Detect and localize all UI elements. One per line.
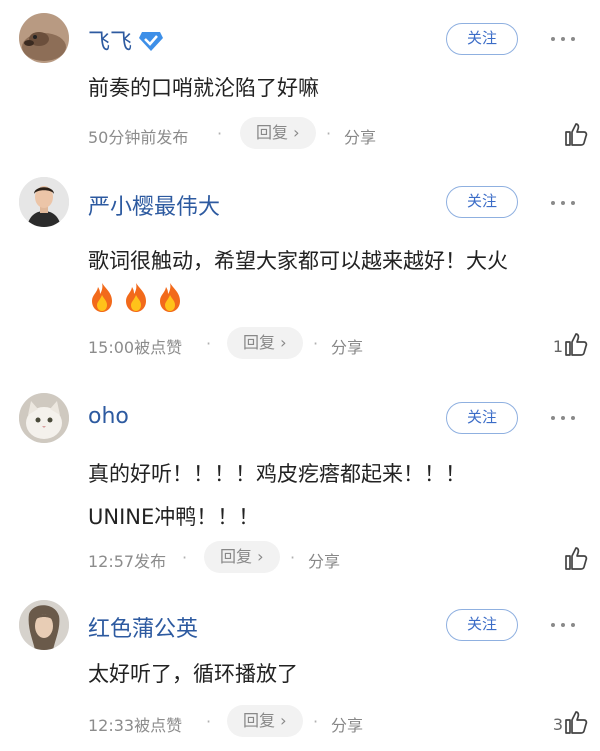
separator: · xyxy=(217,124,223,143)
comment-meta: 12:57发布 · 回复 › · 分享 xyxy=(88,541,588,575)
reply-button[interactable]: 回复 › xyxy=(227,705,303,737)
share-button[interactable]: 分享 xyxy=(331,334,363,358)
username[interactable]: 飞飞 xyxy=(88,24,164,58)
more-icon[interactable] xyxy=(548,620,578,630)
timestamp: 15:00被点赞 xyxy=(88,338,183,357)
follow-button[interactable]: 关注 xyxy=(446,609,518,641)
share-button[interactable]: 分享 xyxy=(344,124,376,148)
comment-meta: 50分钟前发布 · 回复 › · 分享 xyxy=(88,117,588,151)
reply-button[interactable]: 回复 › xyxy=(204,541,280,573)
chevron-right-icon: › xyxy=(280,711,287,730)
chevron-right-icon: › xyxy=(280,333,287,352)
like-button[interactable] xyxy=(563,543,588,571)
share-button[interactable]: 分享 xyxy=(308,548,340,572)
comment-meta: 12:33被点赞 · 回复 › · 分享 3 xyxy=(88,705,588,739)
reply-button[interactable]: 回复 › xyxy=(240,117,316,149)
comment-2: 严小樱最伟大 关注 歌词很触动，希望大家都可以越来越好！大火 15:00被点赞 … xyxy=(0,165,600,377)
separator: · xyxy=(326,124,332,143)
avatar[interactable] xyxy=(19,177,69,227)
avatar[interactable] xyxy=(19,13,69,63)
follow-button[interactable]: 关注 xyxy=(446,186,518,218)
username[interactable]: 红色蒲公英 xyxy=(88,611,198,643)
separator: · xyxy=(206,712,212,731)
comment-3: oho 关注 真的好听！！！！鸡皮疙瘩都起来！！！ UNINE冲鸭！！！ 12:… xyxy=(0,377,600,583)
more-icon[interactable] xyxy=(548,34,578,44)
comment-text: 太好听了，循环播放了 xyxy=(88,662,298,686)
fire-icon xyxy=(92,283,112,312)
comment-text: 歌词很触动，希望大家都可以越来越好！大火 xyxy=(88,249,508,273)
username[interactable]: 严小樱最伟大 xyxy=(88,189,220,221)
emoji-row xyxy=(88,281,190,315)
timestamp: 12:33被点赞 xyxy=(88,716,183,735)
fire-icon xyxy=(126,283,146,312)
follow-button[interactable]: 关注 xyxy=(446,402,518,434)
follow-button[interactable]: 关注 xyxy=(446,23,518,55)
verified-badge-icon xyxy=(138,30,164,58)
like-count: 1 xyxy=(552,337,563,356)
share-button[interactable]: 分享 xyxy=(331,712,363,736)
separator: · xyxy=(182,548,188,567)
thumbs-up-icon xyxy=(565,333,588,356)
comment-meta: 15:00被点赞 · 回复 › · 分享 1 xyxy=(88,327,588,361)
timestamp: 50分钟前发布 xyxy=(88,128,189,147)
more-icon[interactable] xyxy=(548,413,578,423)
thumbs-up-icon xyxy=(565,711,588,734)
thumbs-up-icon xyxy=(565,547,588,570)
avatar[interactable] xyxy=(19,393,69,443)
separator: · xyxy=(313,334,319,353)
like-button[interactable]: 1 xyxy=(553,329,588,357)
comment-4: 红色蒲公英 关注 太好听了，循环播放了 12:33被点赞 · 回复 › · 分享… xyxy=(0,583,600,751)
comment-text: 真的好听！！！！鸡皮疙瘩都起来！！！ UNINE冲鸭！！！ xyxy=(88,462,466,529)
separator: · xyxy=(290,548,296,567)
timestamp: 12:57发布 xyxy=(88,552,167,571)
more-icon[interactable] xyxy=(548,198,578,208)
chevron-right-icon: › xyxy=(293,123,300,142)
chevron-right-icon: › xyxy=(257,547,264,566)
comment-1: 飞飞 关注 前奏的口哨就沦陷了好嘛 50分钟前发布 · 回复 › · 分享 xyxy=(0,0,600,165)
like-count: 3 xyxy=(552,715,563,734)
thumbs-up-icon xyxy=(565,123,588,146)
reply-button[interactable]: 回复 › xyxy=(227,327,303,359)
fire-icon xyxy=(160,283,180,312)
username[interactable]: oho xyxy=(88,404,129,429)
like-button[interactable] xyxy=(563,119,588,147)
avatar[interactable] xyxy=(19,600,69,650)
comment-text: 前奏的口哨就沦陷了好嘛 xyxy=(88,76,319,100)
separator: · xyxy=(313,712,319,731)
like-button[interactable]: 3 xyxy=(553,707,588,735)
separator: · xyxy=(206,334,212,353)
